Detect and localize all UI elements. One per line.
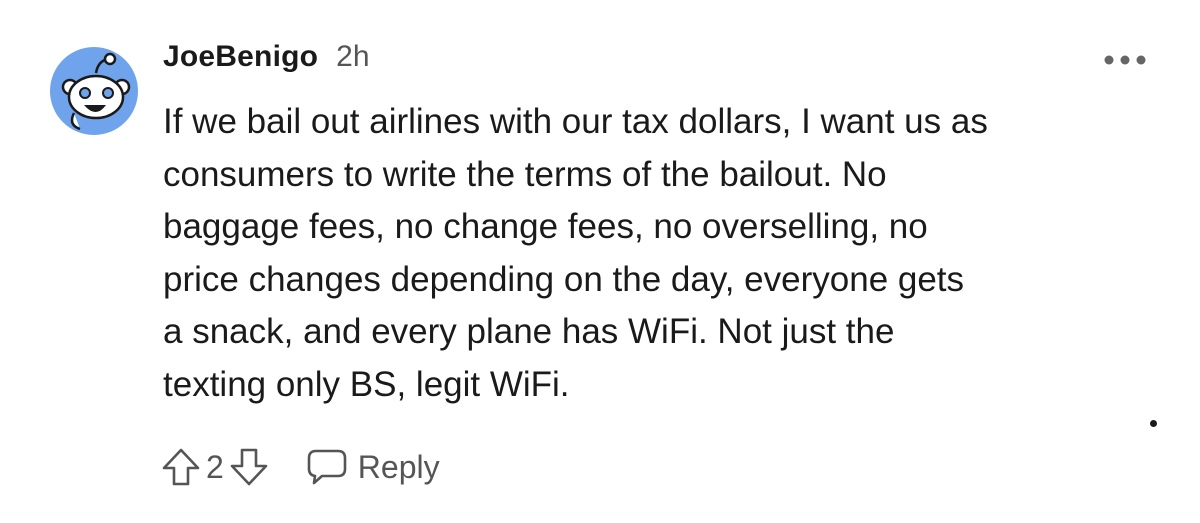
speech-bubble-icon [307, 449, 347, 485]
reddit-snoo-avatar-icon[interactable] [50, 47, 138, 135]
comment-body-line: baggage fees, no change fees, no oversel… [163, 207, 928, 246]
downvote-button[interactable] [228, 445, 270, 489]
timestamp: 2h [336, 40, 370, 73]
downvote-arrow-icon [230, 448, 268, 486]
more-horizontal-icon[interactable] [1102, 50, 1148, 70]
upvote-button[interactable] [160, 445, 202, 489]
comment-header: JoeBenigo 2h [163, 40, 370, 80]
comment-body-line: texting only BS, legit WiFi. [163, 364, 570, 404]
comment-body-line: a snack, and every plane has WiFi. Not j… [163, 312, 895, 351]
reply-button[interactable]: Reply [306, 448, 440, 486]
comment-actions: 2 Reply [160, 444, 440, 490]
reply-label: Reply [357, 448, 440, 485]
comment-body-line: consumers to write the terms of the bail… [163, 154, 887, 194]
username-link[interactable]: JoeBenigo [163, 40, 318, 74]
comment-body-line: price changes depending on the day, ever… [163, 259, 965, 299]
upvote-arrow-icon [162, 448, 200, 486]
vote-score: 2 [206, 448, 224, 485]
comment-body-line: If we bail out airlines with our tax dol… [163, 102, 988, 141]
scroll-indicator-dot [1150, 420, 1157, 427]
comment-body: If we bail out airlines with our tax dol… [163, 96, 1163, 411]
comment: JoeBenigo 2h If we bail out airlines wit… [0, 0, 1200, 523]
